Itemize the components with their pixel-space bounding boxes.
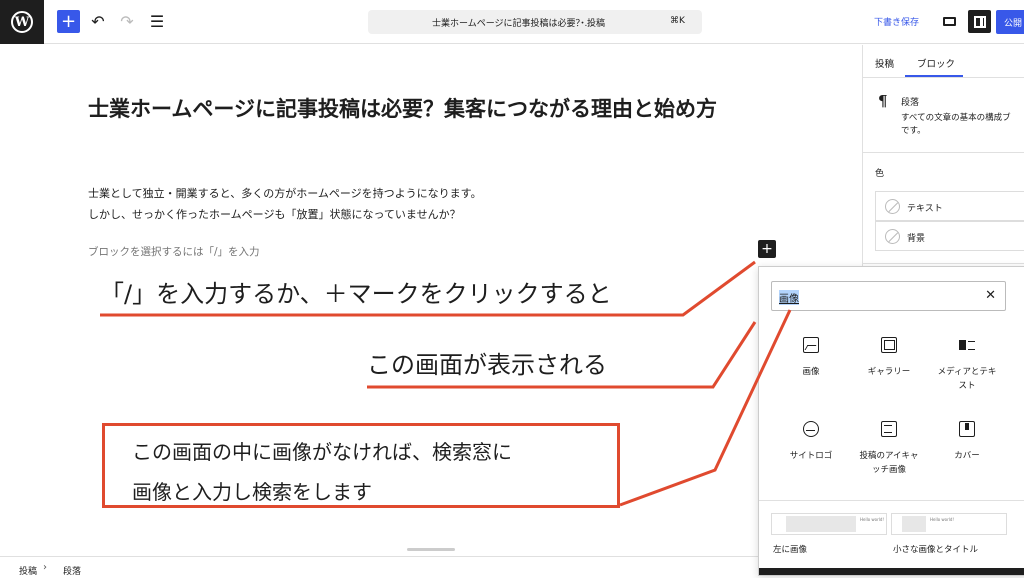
annotation-text-1: 「/」を入力するか、＋マークをクリックすると (100, 280, 612, 308)
annotation-text-2: この画面が表示される (367, 351, 607, 379)
annotation-box-line-1: この画面の中に画像がなければ、検索窓に (132, 440, 512, 464)
annotation-box: この画面の中に画像がなければ、検索窓に 画像と入力し検索をします (102, 423, 620, 508)
annotation-line-3 (619, 309, 792, 507)
annotation-box-line-2: 画像と入力し検索をします (132, 480, 372, 504)
